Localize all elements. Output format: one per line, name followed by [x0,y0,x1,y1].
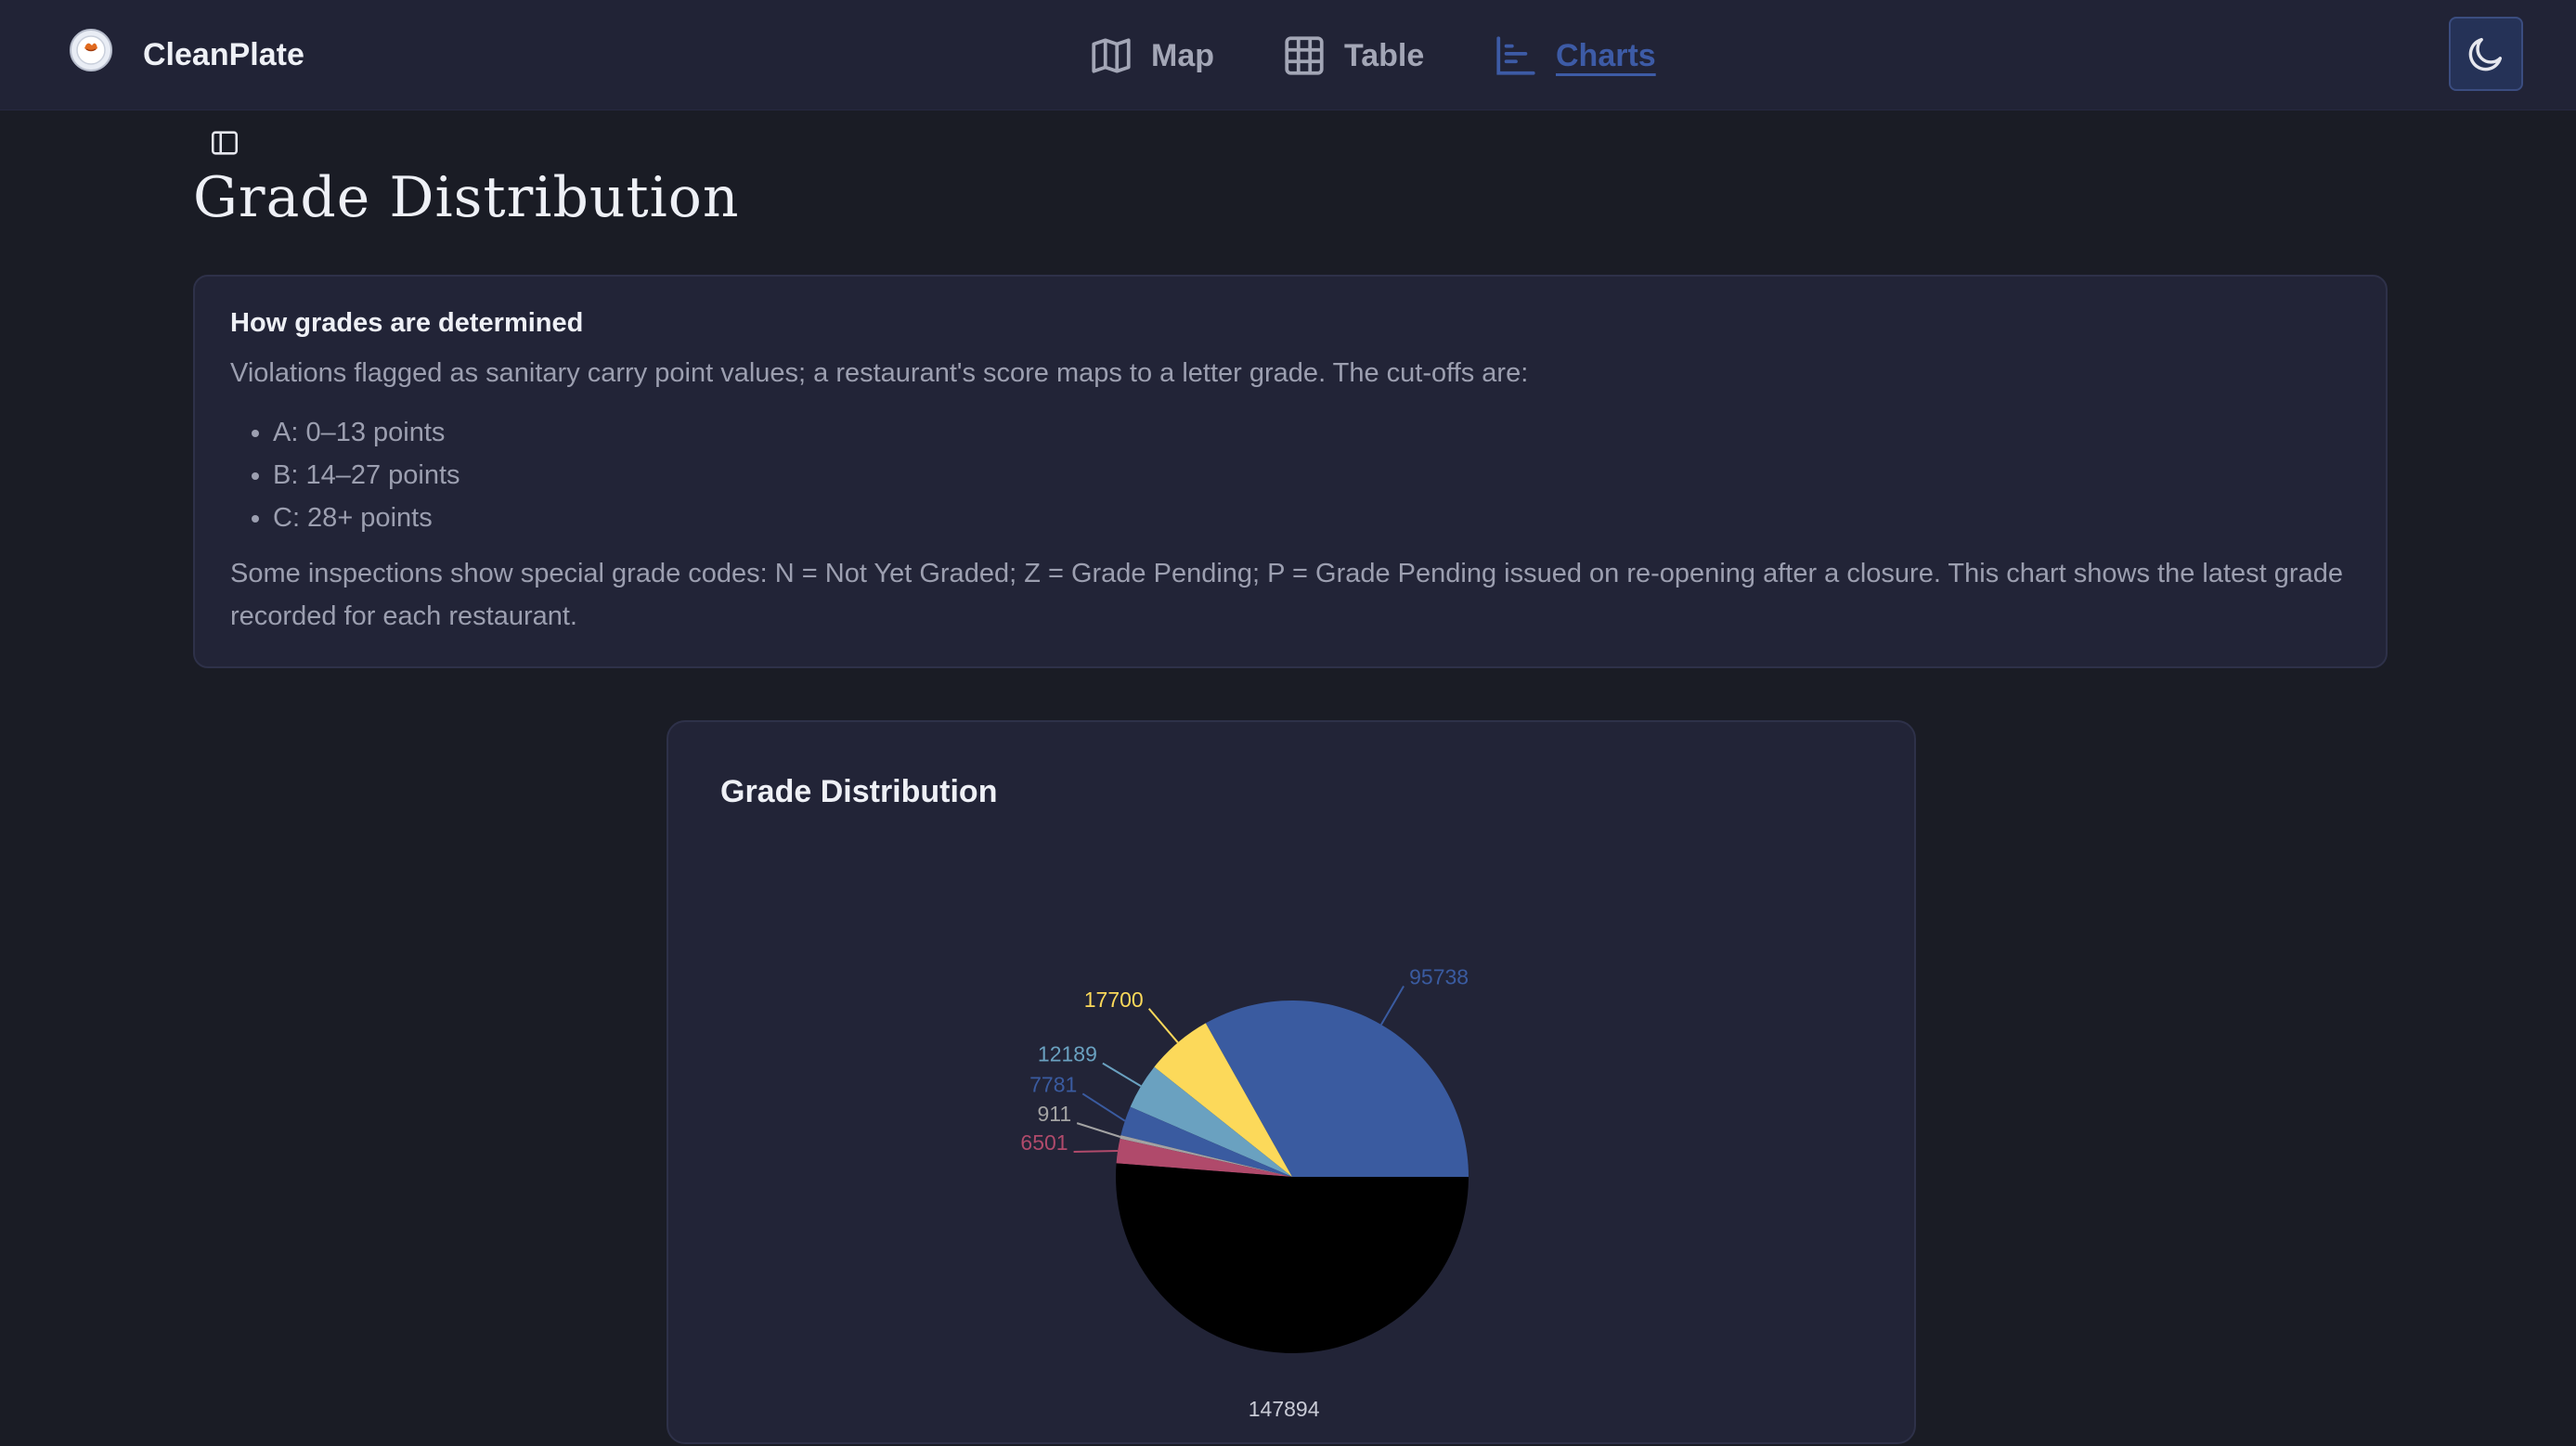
theme-toggle-button[interactable] [2449,17,2523,91]
pie-slice-label: 17700 [1084,988,1144,1012]
sidebar-toggle-button[interactable] [206,124,243,161]
page-title: Grade Distribution [193,165,740,230]
list-item: A: 0–13 points [273,411,2350,454]
nav-table[interactable]: Table [1281,30,1424,82]
pie-chart: 95738 17700 12189 7781 911 6501 147894 [1020,965,1469,1421]
pie-slice-label: 7781 [1029,1072,1077,1096]
pie-label-line [1073,1150,1119,1153]
pie-label-line [1076,1122,1121,1138]
pie-slice-label: 911 [1038,1102,1072,1126]
pie-slice[interactable] [1116,1163,1469,1353]
map-icon [1092,38,1131,73]
grade-cutoff-list: A: 0–13 points B: 14–27 points C: 28+ po… [230,411,2350,539]
pie-label-line [1147,1008,1179,1043]
nav-charts[interactable]: Charts [1493,30,1656,82]
chart-icon [1496,36,1535,75]
chart-card: Grade Distribution 95738 17700 12189 7781 91… [667,720,1916,1444]
table-icon [1285,36,1324,75]
nav-map[interactable]: Map [1088,30,1214,82]
pie-label-line [1081,1092,1126,1122]
nav-table-label: Table [1344,37,1425,73]
top-navbar: CleanPlate Map Table Charts [0,0,2576,110]
list-item: B: 14–27 points [273,454,2350,497]
pie-slice-label: 147894 [1249,1397,1320,1421]
nav-charts-label: Charts [1556,37,1656,73]
info-note: Some inspections show special grade code… [230,559,2343,631]
info-heading: How grades are determined [230,308,584,338]
pie-label-line [1380,986,1405,1026]
app-name[interactable]: CleanPlate [143,37,304,73]
pie-slice-label: 95738 [1409,965,1469,989]
info-intro: Violations flagged as sanitary carry poi… [230,358,1529,388]
grade-info-panel: How grades are determined Violations fla… [193,275,2388,668]
pie-label-line [1102,1062,1142,1088]
pie-slice-label: 6501 [1020,1130,1068,1155]
moon-icon [2468,37,2503,71]
list-item: C: 28+ points [273,497,2350,539]
sidebar-panel-icon [211,131,239,155]
pie-slice-label: 12189 [1038,1042,1097,1066]
nav-map-label: Map [1151,37,1214,73]
app-logo-icon[interactable] [69,28,113,72]
